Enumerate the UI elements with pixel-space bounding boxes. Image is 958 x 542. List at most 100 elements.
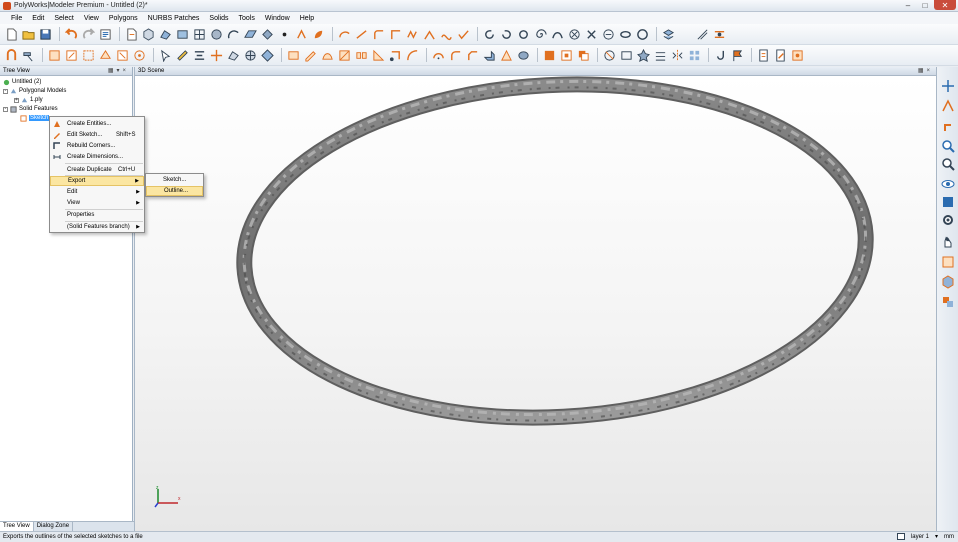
menu-select[interactable]: Select [49, 15, 78, 22]
panel-controls[interactable]: ▦▾× [108, 67, 129, 74]
feature-chamfer-icon[interactable] [465, 48, 479, 62]
tree-node-root[interactable]: Untitled (2) [3, 78, 41, 86]
close-icon[interactable]: ✕ [934, 0, 956, 10]
report-image-icon[interactable] [790, 48, 804, 62]
menu-polygons[interactable]: Polygons [104, 15, 143, 22]
undo-icon[interactable] [64, 27, 78, 41]
tree-node-ply[interactable]: + 1.ply [14, 96, 43, 104]
scene-panel-controls[interactable]: ▦× [918, 67, 933, 74]
zoom-icon[interactable] [941, 139, 955, 153]
rotate-view-icon[interactable] [941, 119, 955, 133]
sketch-pattern-icon[interactable] [687, 48, 701, 62]
menu-item-export[interactable]: Export ▶ [50, 176, 144, 186]
redo-icon[interactable] [81, 27, 95, 41]
plane-icon[interactable] [243, 27, 257, 41]
menu-solids[interactable]: Solids [204, 15, 233, 22]
collapse-icon[interactable]: - [3, 88, 8, 94]
measure-icon[interactable] [175, 48, 189, 62]
loop-icon[interactable] [516, 27, 530, 41]
menu-item-branch[interactable]: (Solid Features branch) ▶ [50, 222, 144, 232]
display-mode-icon[interactable] [941, 195, 955, 209]
view-front-icon[interactable] [941, 255, 955, 269]
tree-node-polygonal-models[interactable]: - Polygonal Models [3, 87, 66, 95]
expand-icon[interactable]: + [14, 97, 19, 103]
spiral-icon[interactable] [533, 27, 547, 41]
layer-dropdown-icon[interactable]: ▾ [935, 533, 938, 540]
hook-icon[interactable] [713, 48, 727, 62]
trim-icon[interactable] [712, 27, 726, 41]
menu-window[interactable]: Window [260, 15, 295, 22]
open-folder-icon[interactable] [21, 27, 35, 41]
patch-snap-icon[interactable] [388, 48, 402, 62]
circle-minus-icon[interactable] [601, 27, 615, 41]
target-icon[interactable] [132, 48, 146, 62]
fillet-icon[interactable] [371, 27, 385, 41]
feature-shell-icon[interactable] [499, 48, 513, 62]
viewport-canvas[interactable] [135, 76, 937, 531]
sweep-icon[interactable] [550, 27, 564, 41]
ellipse-icon[interactable] [618, 27, 632, 41]
hammer-icon[interactable] [21, 48, 35, 62]
menu-item-edit-sketch[interactable]: Edit Sketch... Shift+S [50, 130, 144, 140]
ball-icon[interactable] [243, 48, 257, 62]
tree-node-sketch[interactable]: Sketch [20, 114, 50, 122]
submenu-item-sketch[interactable]: Sketch... [146, 175, 203, 185]
orange-square-icon[interactable] [542, 48, 556, 62]
report-edit-icon[interactable] [773, 48, 787, 62]
menu-item-properties[interactable]: Properties [50, 210, 144, 220]
feature-fillet-icon[interactable] [448, 48, 462, 62]
flag-icon[interactable] [730, 48, 744, 62]
leaf-icon[interactable] [311, 27, 325, 41]
slice-icon[interactable] [695, 27, 709, 41]
cube-icon[interactable] [141, 27, 155, 41]
hand-icon[interactable] [941, 235, 955, 249]
minimize-icon[interactable]: – [900, 0, 916, 10]
settings-icon[interactable] [941, 213, 955, 227]
framed-square-icon[interactable] [559, 48, 573, 62]
patch-icon[interactable] [286, 48, 300, 62]
submenu-item-outline[interactable]: Outline... [146, 186, 203, 196]
diamond-grid-icon[interactable] [260, 48, 274, 62]
diamond-icon[interactable] [260, 27, 274, 41]
menu-item-create-duplicate[interactable]: Create Duplicate Ctrl+U [50, 165, 144, 175]
menu-tools[interactable]: Tools [233, 15, 259, 22]
circle-icon[interactable] [635, 27, 649, 41]
tab-dialog-zone[interactable]: Dialog Zone [34, 522, 74, 531]
align-icon[interactable] [192, 48, 206, 62]
stacked-square-icon[interactable] [576, 48, 590, 62]
curve-line-icon[interactable] [354, 27, 368, 41]
surface-icon[interactable] [175, 27, 189, 41]
new-file-icon[interactable] [4, 27, 18, 41]
select-all-icon[interactable] [47, 48, 61, 62]
curve-arc-icon[interactable] [337, 27, 351, 41]
view-iso-icon[interactable] [941, 275, 955, 289]
collapse-icon[interactable]: - [3, 106, 8, 112]
point-icon[interactable] [277, 27, 291, 41]
zoom-window-icon[interactable] [941, 157, 955, 171]
bend-icon[interactable] [422, 27, 436, 41]
patch-split-icon[interactable] [337, 48, 351, 62]
rotate-right-icon[interactable] [499, 27, 513, 41]
sketch-circle-icon[interactable] [602, 48, 616, 62]
menu-nurbs-patches[interactable]: NURBS Patches [143, 15, 205, 22]
visibility-icon[interactable] [941, 177, 955, 191]
menu-item-create-entities[interactable]: Create Entities... [50, 119, 144, 129]
pan-icon[interactable] [941, 79, 955, 93]
maximize-icon[interactable]: □ [917, 0, 933, 10]
page-icon[interactable] [124, 27, 138, 41]
status-layer[interactable]: layer 1 [911, 534, 929, 540]
patch-fit-icon[interactable] [320, 48, 334, 62]
report-icon[interactable] [756, 48, 770, 62]
menu-help[interactable]: Help [295, 15, 319, 22]
feature-extrude-icon[interactable] [482, 48, 496, 62]
check-curve-icon[interactable] [456, 27, 470, 41]
zigzag-icon[interactable] [405, 27, 419, 41]
corner-icon[interactable] [388, 27, 402, 41]
menu-item-view[interactable]: View ▶ [50, 198, 144, 208]
mesh-check-icon[interactable] [226, 48, 240, 62]
patch-curve-icon[interactable] [405, 48, 419, 62]
crescent-icon[interactable] [678, 27, 692, 41]
select-invert-icon[interactable] [64, 48, 78, 62]
sphere-icon[interactable] [209, 27, 223, 41]
sketch-mirror-icon[interactable] [670, 48, 684, 62]
